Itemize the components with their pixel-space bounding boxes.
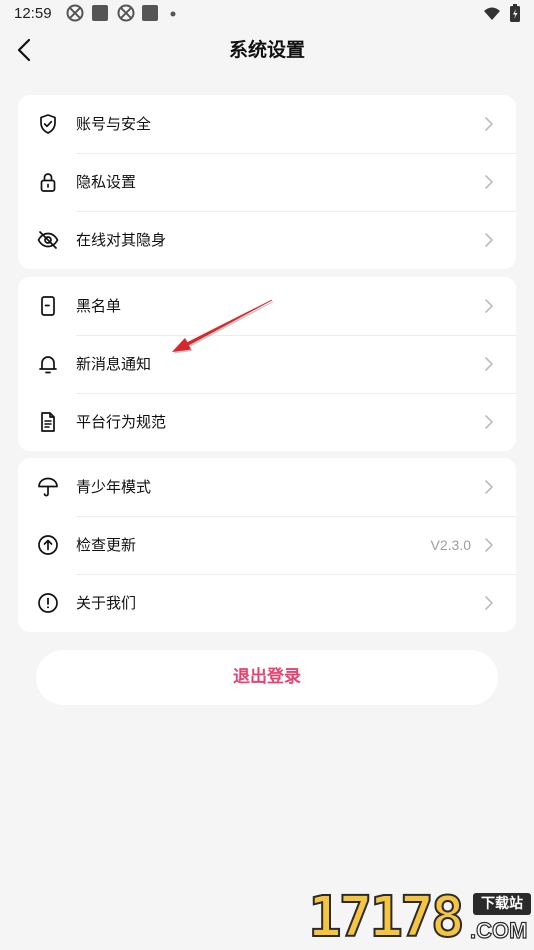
- lock-icon: [40, 173, 56, 192]
- chevron-right-icon: [485, 233, 493, 247]
- row-privacy-settings[interactable]: 隐私设置: [18, 153, 516, 211]
- page-title: 系统设置: [228, 39, 305, 61]
- row-about-us[interactable]: 关于我们: [18, 574, 516, 632]
- row-label: 新消息通知: [76, 355, 152, 373]
- red-arrow-icon: [172, 299, 274, 354]
- row-label: 青少年模式: [76, 478, 152, 496]
- file-text-icon: [41, 412, 55, 432]
- arrow-up-circle-icon: [38, 535, 58, 555]
- umbrella-icon: [38, 477, 58, 497]
- wifi-icon: [484, 7, 500, 20]
- pinwheel-icon: [66, 4, 84, 22]
- chevron-left-icon: [17, 38, 31, 62]
- logout-button[interactable]: 退出登录: [36, 650, 498, 705]
- watermark-logo-number: 17178: [307, 885, 466, 950]
- row-label: 关于我们: [76, 594, 137, 612]
- battery-icon: [510, 4, 520, 22]
- chevron-right-icon: [485, 117, 493, 131]
- row-label: 在线对其隐身: [76, 231, 167, 249]
- square-app-icon: [92, 5, 108, 21]
- settings-group-app: 青少年模式 检查更新 V2.3.0 关于我们: [18, 458, 516, 632]
- divider: [76, 153, 516, 154]
- chevron-right-icon: [485, 480, 493, 494]
- header: 系统设置: [0, 30, 534, 70]
- row-label: 检查更新: [76, 536, 137, 554]
- back-button[interactable]: [12, 36, 40, 64]
- row-label: 平台行为规范: [76, 413, 167, 431]
- settings-group-account: 账号与安全 隐私设置 在线对其隐身: [18, 95, 516, 269]
- chevron-right-icon: [485, 415, 493, 429]
- chevron-right-icon: [485, 538, 493, 552]
- document-icon: [41, 296, 55, 316]
- chevron-right-icon: [485, 357, 493, 371]
- chevron-right-icon: [485, 299, 493, 313]
- row-invisible-online[interactable]: 在线对其隐身: [18, 211, 516, 269]
- chevron-right-icon: [485, 596, 493, 610]
- row-label: 账号与安全: [76, 115, 152, 133]
- row-check-update[interactable]: 检查更新 V2.3.0: [18, 516, 516, 574]
- bell-icon: [39, 356, 57, 374]
- row-label: 隐私设置: [76, 173, 137, 191]
- watermark-logo-badge: 下载站: [473, 893, 531, 915]
- square-app-icon: [142, 5, 158, 21]
- status-bar: 12:59: [0, 0, 534, 28]
- pinwheel-icon: [117, 4, 135, 22]
- chevron-right-icon: [485, 175, 493, 189]
- version-value: V2.3.0: [430, 537, 471, 553]
- eye-off-icon: [37, 231, 59, 249]
- watermark-logo-domain: .COM: [469, 917, 528, 943]
- row-label: 黑名单: [76, 297, 122, 315]
- row-account-security[interactable]: 账号与安全: [18, 95, 516, 153]
- status-time: 12:59: [14, 5, 52, 22]
- exclamation-circle-icon: [38, 593, 58, 613]
- shield-check-icon: [40, 114, 56, 134]
- row-teen-mode[interactable]: 青少年模式: [18, 458, 516, 516]
- divider: [76, 574, 516, 575]
- row-platform-rules[interactable]: 平台行为规范: [18, 393, 516, 451]
- dot-icon: [170, 11, 176, 17]
